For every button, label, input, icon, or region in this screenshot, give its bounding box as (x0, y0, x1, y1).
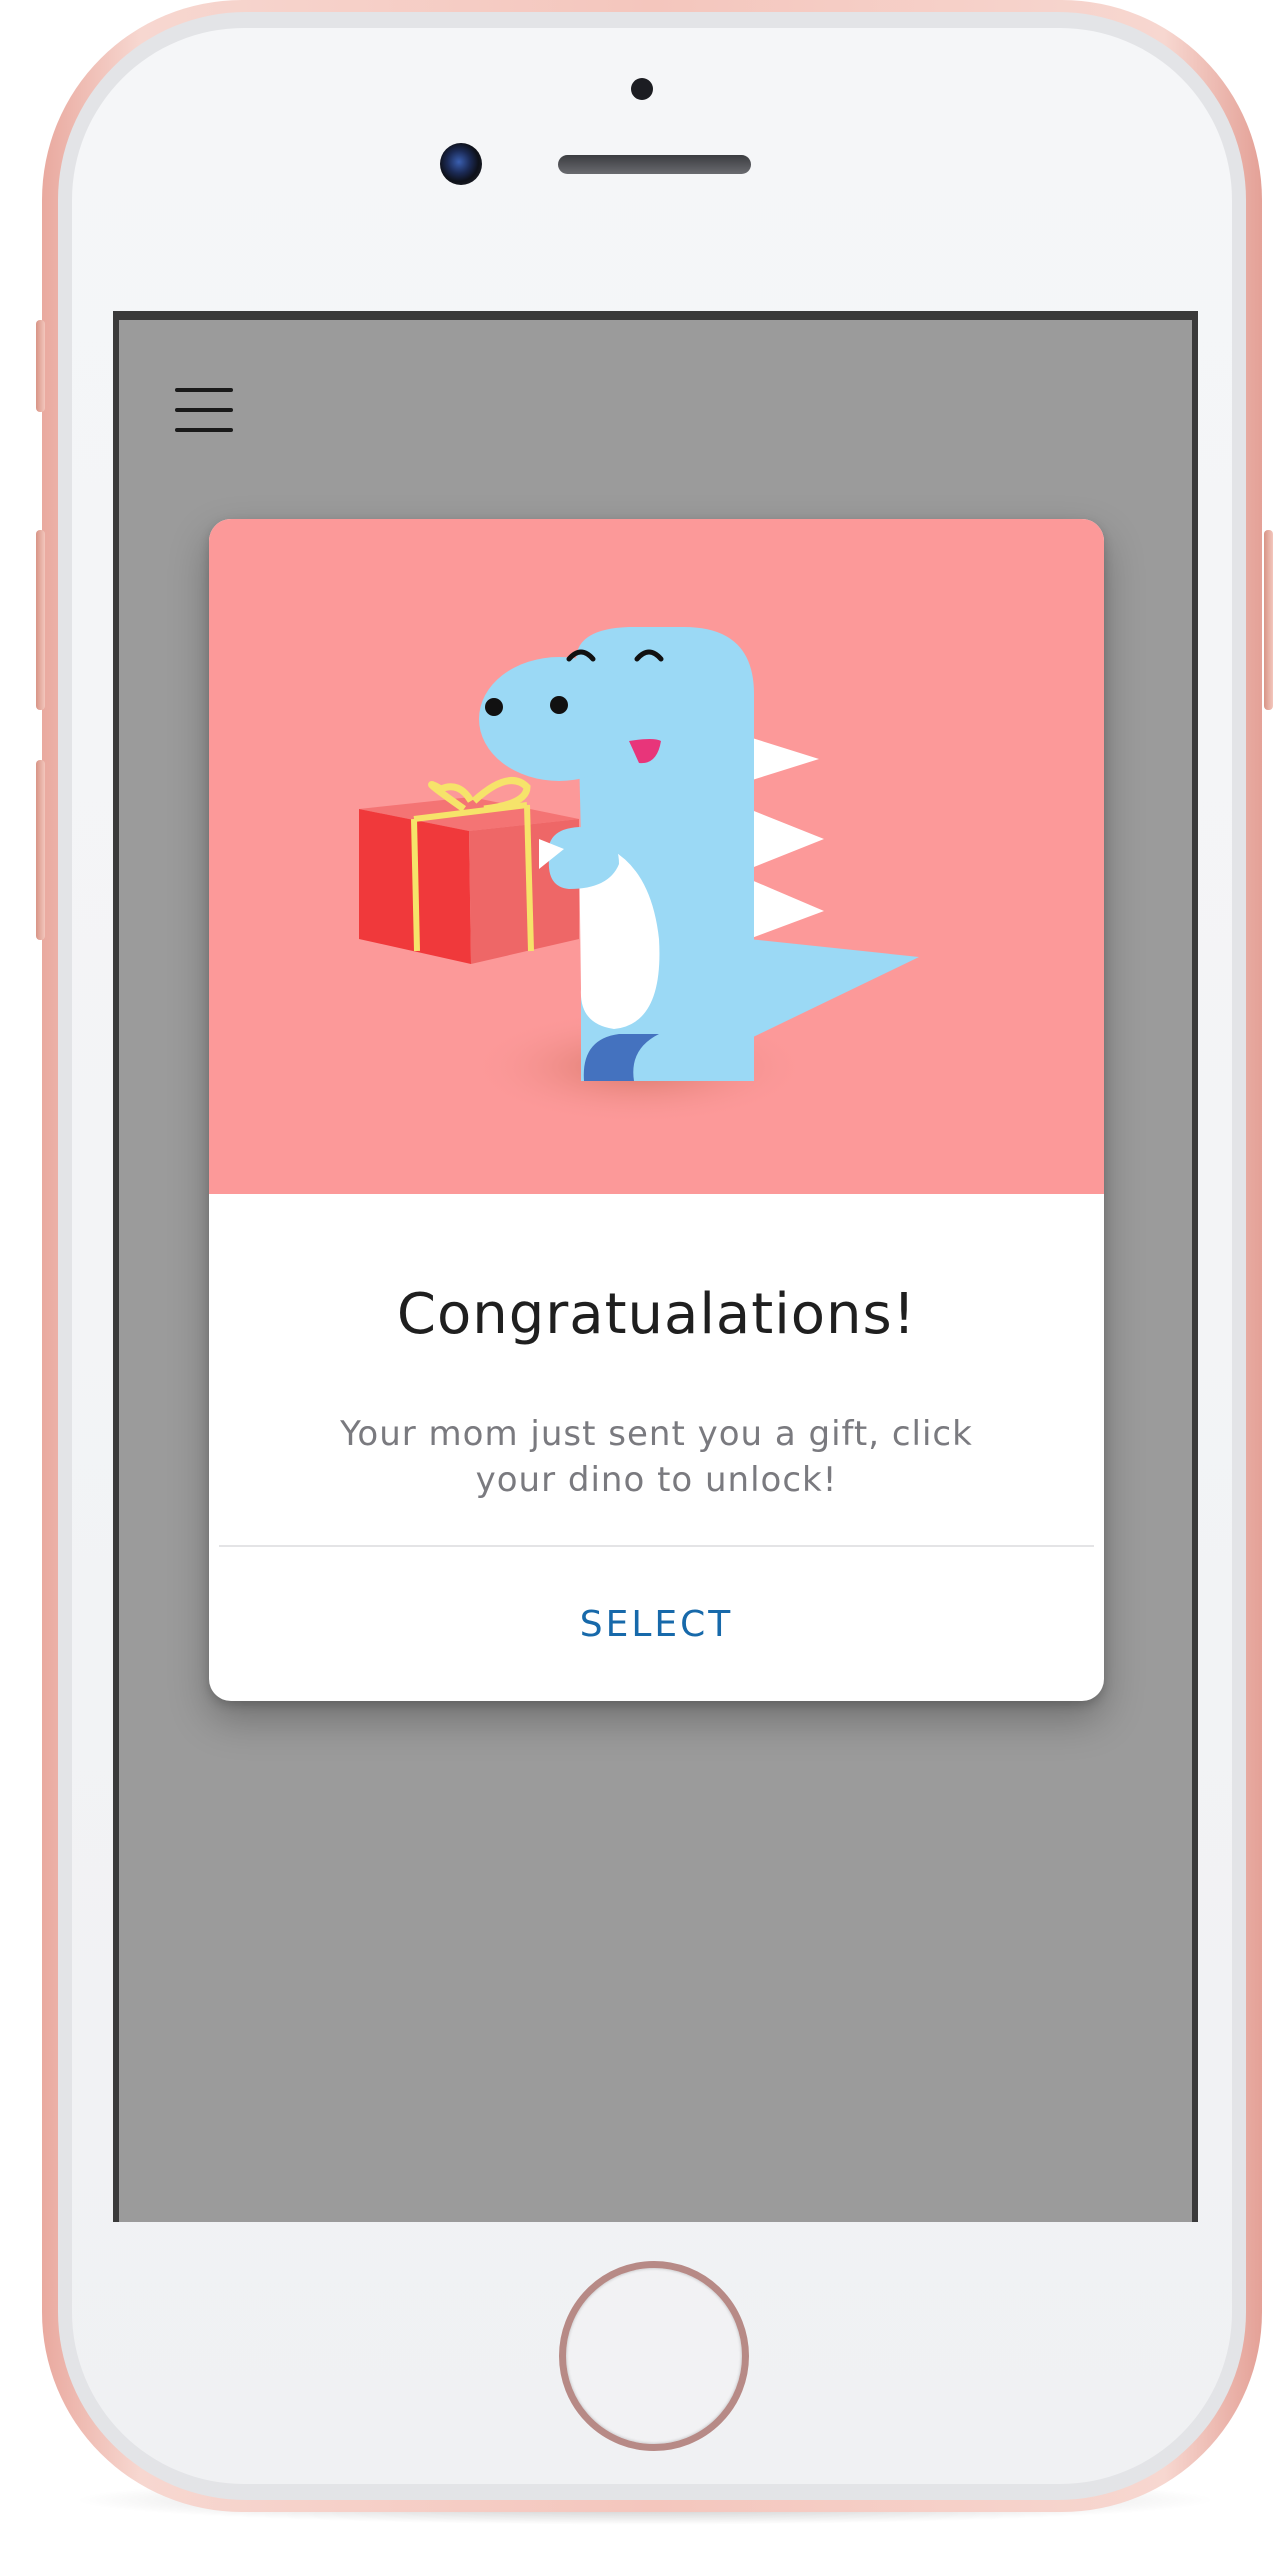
congratulations-dialog: Congratualations! Your mom just sent you… (209, 519, 1104, 1701)
menu-line (175, 388, 233, 392)
dino-spike (749, 737, 819, 781)
dino-tail (749, 939, 919, 1039)
earpiece-speaker (558, 155, 751, 174)
volume-up-button (36, 530, 45, 710)
dino-eye (550, 696, 568, 714)
dino-spike (749, 879, 824, 939)
volume-down-button (36, 760, 45, 940)
menu-line (175, 428, 233, 432)
menu-line (175, 408, 233, 412)
select-button[interactable]: SELECT (209, 1549, 1104, 1701)
hamburger-menu-icon[interactable] (175, 388, 233, 432)
dino-spike (749, 809, 824, 869)
gift-ribbon (524, 804, 534, 952)
dino-eye (485, 698, 503, 716)
proximity-sensor (631, 78, 653, 100)
dialog-message: Your mom just sent you a gift, click you… (340, 1414, 973, 1500)
dialog-divider (219, 1545, 1094, 1547)
dino-snout (479, 657, 639, 781)
mute-switch (36, 320, 45, 412)
dialog-title: Congratualations! (396, 1282, 917, 1347)
dino-gift-illustration[interactable] (209, 519, 1104, 1194)
device-mockup: Congratualations! Your mom just sent you… (0, 0, 1287, 2555)
home-button[interactable] (559, 2261, 749, 2451)
front-camera-icon (440, 143, 482, 185)
power-button (1264, 530, 1273, 710)
dialog-hero[interactable] (209, 519, 1104, 1194)
app-screen: Congratualations! Your mom just sent you… (119, 320, 1192, 2222)
gift-ribbon (411, 818, 420, 952)
